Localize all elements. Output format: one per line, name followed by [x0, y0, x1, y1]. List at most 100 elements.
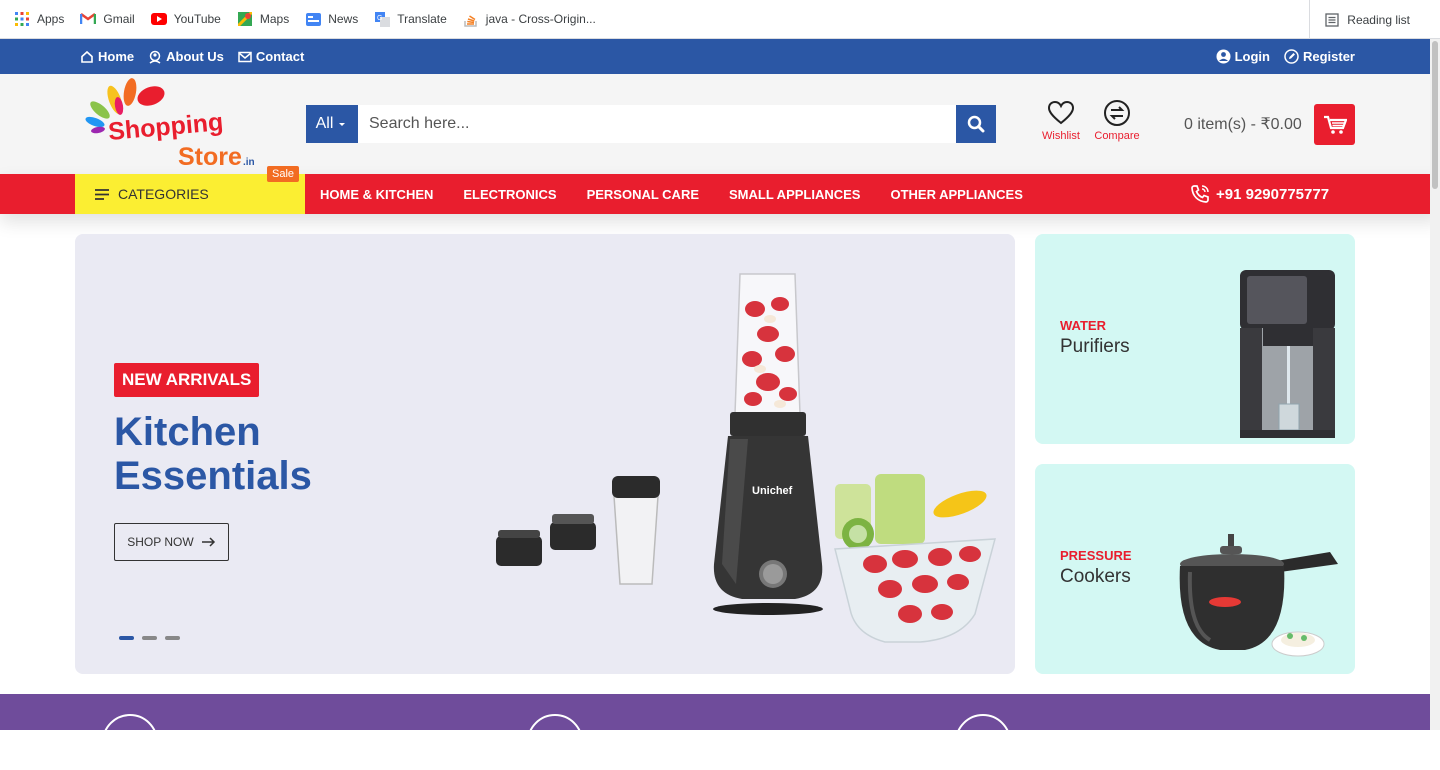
search-input[interactable] [358, 105, 956, 143]
nav-item-electronics[interactable]: ELECTRONICS [463, 187, 556, 202]
banner-big-title: Cookers [1060, 566, 1131, 587]
logo-text-store: Store [178, 143, 242, 170]
feature-circle-icon [102, 714, 158, 770]
categories-label: CATEGORIES [118, 186, 209, 202]
bookmark-news[interactable]: News [305, 11, 358, 27]
search-button[interactable] [956, 105, 996, 143]
slider-dot[interactable] [142, 636, 157, 640]
hero-title-line2: Essentials [114, 454, 312, 498]
caret-down-icon [339, 123, 346, 126]
search-bar: All [306, 105, 996, 143]
banner-big-title: Purifiers [1060, 336, 1130, 357]
main-nav: CATEGORIES Sale HOME & KITCHEN ELECTRONI… [0, 166, 1440, 214]
bookmark-stackoverflow[interactable]: java - Cross-Origin... [463, 11, 596, 27]
shop-now-label: SHOP NOW [127, 535, 194, 549]
pressure-cooker-image [1179, 534, 1338, 657]
features-strip [0, 694, 1430, 770]
blender-brand: Unichef [752, 485, 793, 497]
user-icon [1216, 49, 1231, 64]
top-bar: Home About Us Contact Login Register [0, 39, 1440, 74]
compare-icon [1104, 100, 1130, 126]
banner-water-purifiers[interactable]: WATER Purifiers [1035, 234, 1355, 444]
mail-icon [238, 51, 252, 62]
contact-link-label: Contact [255, 49, 305, 64]
phone-link[interactable]: +91 9290775777 [1190, 174, 1329, 214]
compare-button[interactable]: Compare [1087, 100, 1147, 142]
cart-button[interactable] [1314, 104, 1355, 145]
apps-grid-icon [14, 11, 30, 27]
login-link-label: Login [1234, 49, 1270, 64]
bookmark-label: Translate [397, 12, 447, 26]
feature-circle-icon [955, 714, 1011, 770]
home-link[interactable]: Home [80, 49, 134, 64]
about-link-label: About Us [166, 49, 224, 64]
bookmark-label: Gmail [103, 12, 135, 26]
nav-item-home-kitchen[interactable]: HOME & KITCHEN [320, 187, 433, 202]
search-icon [967, 115, 985, 133]
reading-list-label: Reading list [1347, 12, 1410, 27]
logo-text-shopping: Shopping [107, 108, 224, 146]
water-purifier-image [1240, 270, 1335, 438]
banner-small-title: PRESSURE [1060, 548, 1132, 563]
register-link[interactable]: Register [1284, 49, 1355, 64]
arrow-right-icon [201, 537, 215, 547]
hero-title-line1: Kitchen [114, 410, 261, 454]
edit-icon [1284, 49, 1299, 64]
translate-icon: G [374, 11, 390, 27]
bookmark-label: News [328, 12, 359, 26]
heart-icon [1047, 100, 1075, 125]
news-icon [305, 11, 321, 27]
reading-list-button[interactable]: Reading list [1309, 0, 1410, 39]
banner-small-title: WATER [1060, 318, 1106, 333]
slider-dot[interactable] [165, 636, 180, 640]
shop-now-button[interactable]: SHOP NOW [114, 523, 229, 561]
compare-label: Compare [1094, 130, 1140, 142]
nav-item-personal-care[interactable]: PERSONAL CARE [587, 187, 699, 202]
bookmarks-bar: Apps Gmail YouTube Maps News G Translate [0, 0, 1440, 39]
page-scrollbar[interactable] [1430, 39, 1440, 730]
nav-item-small-appliances[interactable]: SMALL APPLIANCES [729, 187, 860, 202]
home-link-label: Home [98, 49, 135, 64]
bookmark-gmail[interactable]: Gmail [80, 11, 135, 27]
site-logo[interactable]: Shopping Store .in [85, 78, 275, 171]
bookmark-label: YouTube [173, 12, 221, 26]
nav-item-other-appliances[interactable]: OTHER APPLIANCES [890, 187, 1022, 202]
hero-badge: NEW ARRIVALS [114, 363, 260, 397]
phone-number: +91 9290775777 [1216, 185, 1330, 203]
feature-circle-icon [527, 714, 583, 770]
phone-icon [1191, 185, 1209, 203]
scrollbar-thumb[interactable] [1432, 41, 1438, 189]
hero-slider: NEW ARRIVALS Kitchen Essentials SHOP NOW [75, 234, 1015, 674]
slider-dot[interactable] [119, 636, 134, 640]
site-header: Shopping Store .in All Wishlist Compare … [0, 74, 1440, 174]
home-icon [81, 50, 93, 63]
search-category-label: All [315, 115, 334, 132]
bookmark-label: Apps [37, 12, 65, 26]
nav-menu: HOME & KITCHEN ELECTRONICS PERSONAL CARE… [320, 174, 1053, 214]
gmail-icon [80, 11, 97, 27]
wishlist-button[interactable]: Wishlist [1031, 100, 1091, 142]
slider-dots [119, 636, 188, 640]
bookmark-apps[interactable]: Apps [14, 11, 64, 27]
wishlist-label: Wishlist [1042, 130, 1080, 142]
reading-list-icon [1324, 12, 1340, 28]
about-icon [149, 50, 161, 64]
bookmark-label: Maps [259, 12, 290, 26]
logo-text-suffix: .in [243, 157, 255, 168]
bookmark-translate[interactable]: G Translate [374, 11, 447, 27]
cart-summary[interactable]: 0 item(s) - ₹0.00 [1184, 114, 1302, 134]
svg-text:G: G [377, 15, 382, 22]
search-category-select[interactable]: All [306, 105, 358, 143]
menu-icon [95, 188, 109, 200]
hero-title: Kitchen Essentials [114, 410, 312, 498]
stackoverflow-icon [463, 11, 479, 27]
maps-icon [237, 11, 253, 27]
contact-link[interactable]: Contact [238, 49, 304, 64]
bookmark-maps[interactable]: Maps [237, 11, 289, 27]
bookmark-youtube[interactable]: YouTube [150, 11, 221, 27]
sale-badge: Sale [267, 166, 300, 182]
about-link[interactable]: About Us [148, 49, 224, 64]
login-link[interactable]: Login [1216, 49, 1270, 64]
banner-pressure-cookers[interactable]: PRESSURE Cookers [1035, 464, 1355, 674]
blender-product-image: Unichef [496, 273, 996, 643]
